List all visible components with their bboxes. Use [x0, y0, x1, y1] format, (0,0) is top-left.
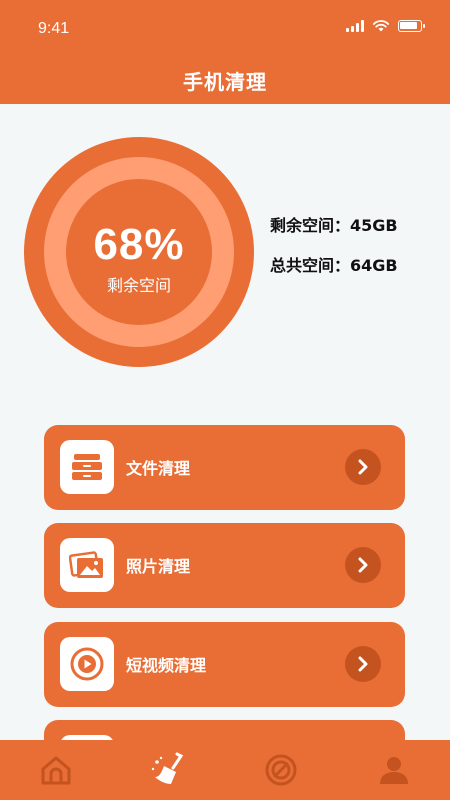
nav-clean[interactable] [139, 740, 199, 800]
short-video-clean-button[interactable]: 短视频清理 [44, 622, 405, 707]
free-space-text: 剩余空间：45GB [270, 216, 398, 235]
nav-home[interactable] [26, 740, 86, 800]
drawer-icon [60, 440, 114, 494]
user-icon [379, 757, 408, 784]
page-title: 手机清理 [183, 69, 267, 94]
storage-info: 剩余空间：45GB 总共空间：64GB [270, 214, 398, 294]
header: 手机清理 [0, 56, 450, 104]
menu-item-label: 短视频清理 [126, 656, 207, 675]
bottom-nav [0, 740, 450, 800]
broom-icon [151, 752, 183, 784]
gauge-label: 剩余空间 [106, 276, 171, 295]
chevron-right-icon[interactable] [345, 449, 381, 485]
signal-icon [346, 20, 364, 32]
status-icons [346, 20, 425, 32]
video-icon [60, 637, 114, 691]
wifi-icon [372, 20, 390, 32]
photo-clean-button[interactable]: 照片清理 [44, 523, 405, 608]
gauge-percent: 68% [93, 220, 185, 269]
battery-icon [398, 20, 425, 32]
speed-icon [265, 754, 297, 786]
chevron-right-icon[interactable] [345, 646, 381, 682]
storage-gauge: 68% 剩余空间 [22, 132, 256, 372]
file-clean-button[interactable]: 文件清理 [44, 425, 405, 510]
photo-icon [60, 538, 114, 592]
home-icon [41, 756, 71, 785]
nav-speed[interactable] [251, 740, 311, 800]
chevron-right-icon[interactable] [345, 547, 381, 583]
menu-item-label: 照片清理 [126, 557, 191, 576]
status-time: 9:41 [38, 20, 70, 37]
menu-item-label: 文件清理 [126, 459, 191, 478]
total-space-text: 总共空间：64GB [270, 256, 398, 275]
nav-profile[interactable] [364, 740, 424, 800]
status-bar: 9:41 [0, 0, 450, 56]
